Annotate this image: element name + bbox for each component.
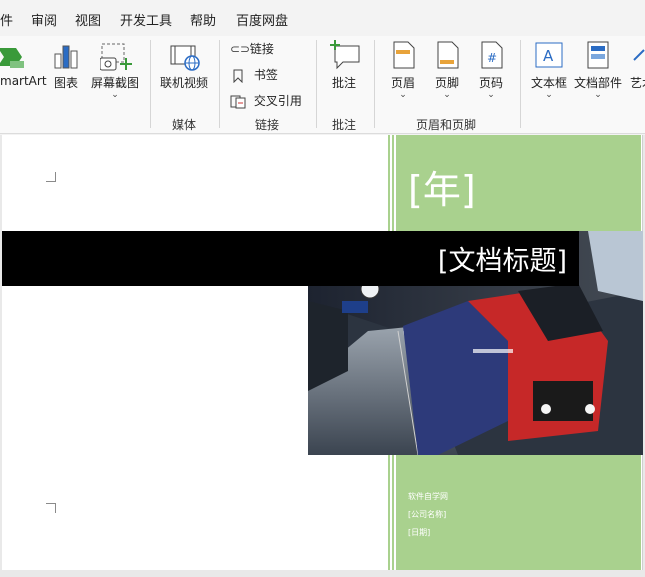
chart-label: 图表 (53, 76, 78, 90)
link-icon: ⊂⊃ (230, 42, 251, 56)
menu-developer[interactable]: 开发工具 (120, 10, 172, 29)
textbox-label: 文本框 (530, 76, 567, 90)
cross-reference-label: 交叉引用 (253, 94, 302, 108)
ribbon-separator (374, 40, 375, 128)
group-label-header-footer: 页眉和页脚 (416, 118, 477, 132)
link-label: 链接 (249, 42, 274, 56)
bookmark-button[interactable]: 书签 (232, 66, 278, 83)
wordart-icon (633, 49, 645, 61)
margin-corner-mark (46, 172, 56, 182)
menu-view[interactable]: 视图 (75, 10, 101, 29)
comment-button[interactable]: 批注 (324, 40, 364, 104)
footer-icon (437, 41, 459, 69)
group-label-media: 媒体 (172, 118, 197, 132)
comment-icon (330, 40, 360, 70)
group-label-links: 链接 (255, 118, 280, 132)
chevron-down-icon: ⌄ (443, 90, 451, 100)
margin-corner-mark (46, 503, 56, 513)
header-label: 页眉 (390, 76, 415, 90)
screenshot-button[interactable]: 屏幕截图 ⌄ (88, 40, 142, 106)
menu-bar: 件 审阅 视图 开发工具 帮助 百度网盘 (0, 0, 645, 36)
cross-reference-button[interactable]: 交叉引用 (230, 92, 302, 109)
bookmark-label: 书签 (253, 68, 278, 82)
quick-parts-icon (587, 41, 609, 69)
bookmark-icon (233, 69, 243, 83)
footer-label: 页脚 (434, 76, 459, 90)
chevron-down-icon: ⌄ (399, 90, 407, 100)
page-number-button[interactable]: # 页码 ⌄ (472, 40, 510, 106)
chevron-down-icon: ⌄ (594, 90, 602, 100)
smartart-icon (0, 48, 24, 68)
ribbon-separator (219, 40, 220, 128)
footer-button[interactable]: 页脚 ⌄ (428, 40, 466, 106)
wordart-label: 艺术 (630, 76, 645, 90)
chart-icon (54, 45, 78, 69)
ribbon-separator (150, 40, 151, 128)
document-title-placeholder[interactable]: [文档标题] (438, 239, 567, 278)
quick-parts-button[interactable]: 文档部件 ⌄ (572, 40, 624, 106)
ribbon: martArt 图表 屏幕截图 ⌄ 联机视频 媒体 ⊂⊃ 链接 书签 交叉引用 … (0, 36, 645, 134)
ribbon-separator (316, 40, 317, 128)
chevron-down-icon: ⌄ (111, 90, 119, 100)
menu-baidu-netdisk[interactable]: 百度网盘 (236, 10, 288, 29)
date-field[interactable]: [日期] (408, 527, 430, 538)
quick-parts-label: 文档部件 (573, 76, 622, 90)
group-label-comments: 批注 (332, 118, 357, 132)
smartart-label: martArt (0, 74, 47, 88)
author-field[interactable]: 软件自学网 (408, 491, 448, 502)
textbox-glyph: A (543, 47, 554, 65)
chevron-down-icon: ⌄ (545, 90, 553, 100)
page-number-glyph: # (487, 51, 497, 65)
online-video-button[interactable]: 联机视频 (157, 40, 211, 104)
header-button[interactable]: 页眉 ⌄ (384, 40, 422, 106)
wordart-button[interactable]: 艺术 (628, 40, 645, 104)
year-placeholder[interactable]: [年] (408, 159, 476, 214)
online-video-label: 联机视频 (159, 76, 208, 90)
chevron-down-icon: ⌄ (487, 90, 495, 100)
comment-label: 批注 (331, 76, 356, 90)
cross-reference-icon (230, 95, 246, 108)
menu-help[interactable]: 帮助 (190, 10, 216, 29)
textbox-button[interactable]: A 文本框 ⌄ (528, 40, 570, 106)
textbox-icon: A (535, 42, 563, 68)
chart-button[interactable]: 图表 (50, 40, 82, 104)
document-canvas: [年] [文档标题] 软件自学网 [公司名称] [日期] (0, 135, 645, 577)
document-title-block[interactable]: [文档标题] (2, 231, 579, 286)
screenshot-icon (100, 43, 132, 71)
link-button[interactable]: ⊂⊃ 链接 (230, 40, 274, 57)
menu-review[interactable]: 审阅 (31, 10, 57, 29)
company-field[interactable]: [公司名称] (408, 509, 446, 520)
page-number-label: 页码 (478, 76, 503, 90)
screenshot-label: 屏幕截图 (90, 76, 139, 90)
menu-insert-partial[interactable]: 件 (0, 10, 13, 29)
ribbon-separator (520, 40, 521, 128)
page-number-icon: # (481, 41, 503, 69)
smartart-button[interactable]: martArt (0, 40, 47, 104)
online-video-icon (170, 45, 200, 71)
header-icon (393, 41, 415, 69)
